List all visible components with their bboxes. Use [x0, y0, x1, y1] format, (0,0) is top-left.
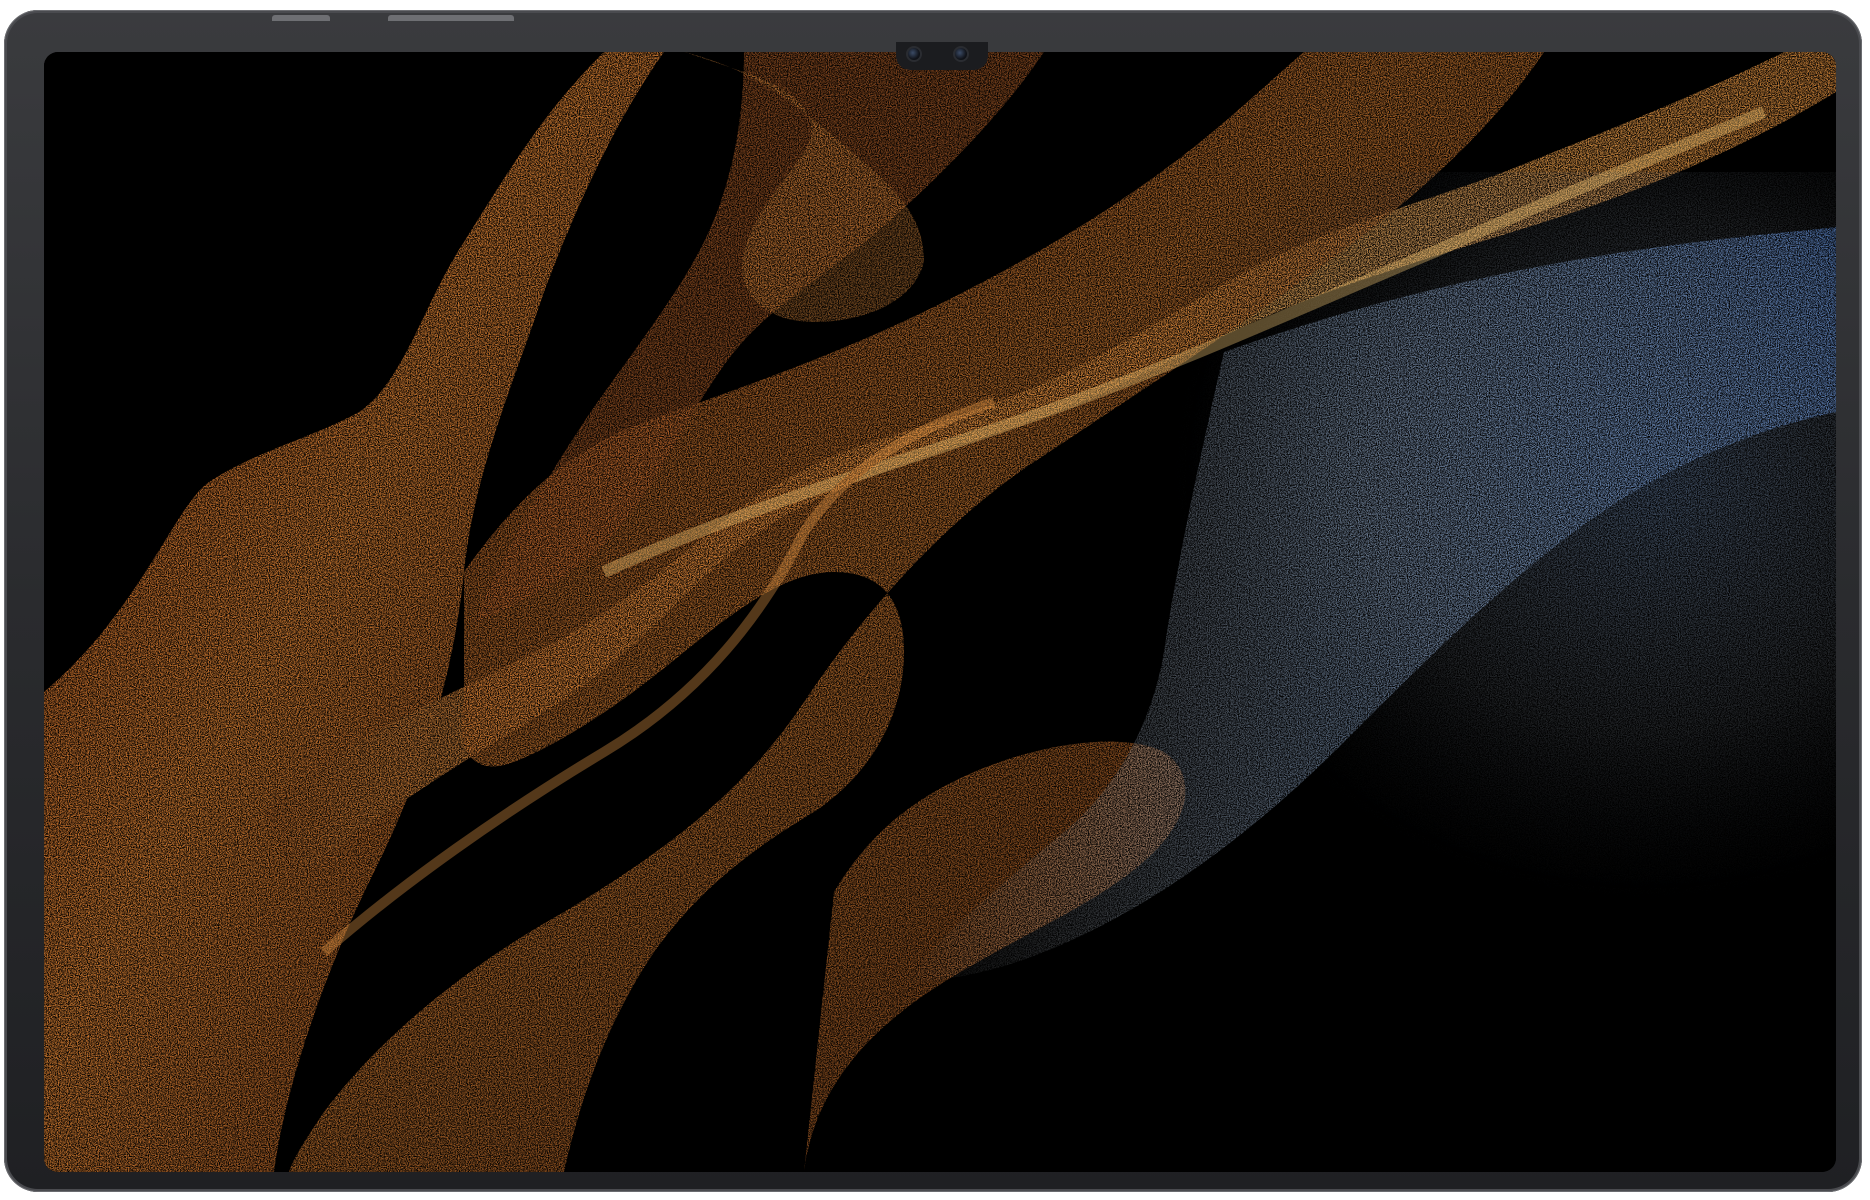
- side-button-2: [388, 15, 514, 21]
- side-button-1: [272, 15, 330, 21]
- wallpaper: [44, 52, 1836, 1172]
- front-camera-icon: [906, 46, 922, 62]
- particle-haze: [884, 172, 1836, 1032]
- tablet-frame: [4, 10, 1862, 1192]
- home-screen: [44, 52, 1836, 1172]
- front-camera-icon: [953, 46, 969, 62]
